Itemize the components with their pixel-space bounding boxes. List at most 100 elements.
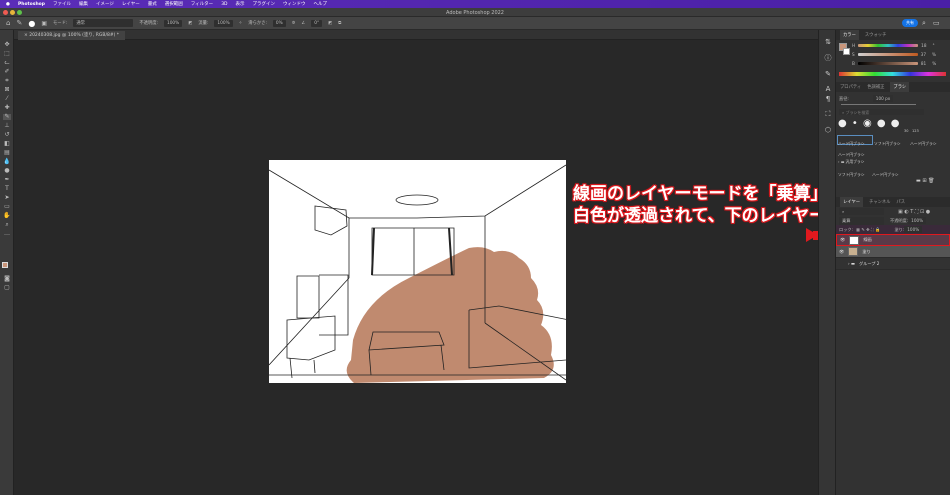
layer-filter-icons[interactable]: ▣ ◐ T ⛶ ⊡ ● <box>898 209 930 215</box>
tab-paths[interactable]: パス <box>896 199 905 205</box>
saturation-value[interactable]: 37 <box>921 52 926 57</box>
layer-row[interactable]: 👁 塗り <box>836 246 950 258</box>
brush-tool-icon[interactable]: ✎ <box>16 19 22 27</box>
layer-opacity-input[interactable]: 100% <box>908 217 927 224</box>
tab-adjustments[interactable]: 色調補正 <box>867 84 884 90</box>
symmetry-icon[interactable]: ⧉ <box>338 21 341 26</box>
quick-mask-icon[interactable]: ◙ <box>3 276 11 282</box>
saturation-slider[interactable] <box>857 53 918 56</box>
eye-icon[interactable]: 👁 <box>839 249 844 255</box>
menu-plugins[interactable]: プラグイン <box>253 1 276 7</box>
menu-view[interactable]: 表示 <box>236 1 245 7</box>
brush-preset-selected[interactable]: ハード円ブラシ <box>837 135 873 146</box>
eye-icon[interactable]: 👁 <box>840 237 845 243</box>
brush-preset[interactable]: ハード円ブラシ <box>872 167 899 178</box>
frame-tool-icon[interactable]: ⊠ <box>3 87 11 93</box>
opacity-input[interactable]: 100% <box>163 19 183 27</box>
menu-help[interactable]: ヘルプ <box>314 1 328 7</box>
hue-slider[interactable] <box>858 44 919 47</box>
move-tool-icon[interactable]: ✥ <box>3 42 11 48</box>
fill-input[interactable]: 100% <box>904 226 923 233</box>
apple-icon[interactable]: ● <box>6 2 10 7</box>
gear-icon[interactable]: ✲ <box>292 21 296 26</box>
history-icon[interactable]: ⇅ <box>823 38 833 46</box>
paragraph-icon[interactable]: ¶ <box>823 95 833 103</box>
flow-input[interactable]: 100% <box>214 19 233 27</box>
background-color[interactable] <box>843 48 850 55</box>
mode-select[interactable]: 通常 <box>73 19 134 27</box>
pen-tool-icon[interactable]: ✒ <box>3 177 11 183</box>
workspace-icon[interactable]: ▭ <box>933 19 940 27</box>
zoom-button[interactable] <box>17 10 22 15</box>
brush-search-input[interactable]: ⌕ ブラシを検索 <box>839 109 924 115</box>
hue-value[interactable]: 18 <box>921 43 926 48</box>
brush-tips[interactable]: ● • ◉ ● ● <box>838 118 901 129</box>
tab-swatches[interactable]: スウォッチ <box>865 32 886 38</box>
brightness-slider[interactable] <box>857 62 918 65</box>
character-icon[interactable]: A <box>823 85 833 93</box>
layer-name[interactable]: グループ 2 <box>859 261 880 267</box>
airbrush-icon[interactable]: ✧ <box>239 21 243 26</box>
search-icon[interactable]: ⌕ <box>922 19 926 28</box>
menu-filter[interactable]: フィルター <box>191 1 213 7</box>
color-ramp[interactable] <box>839 72 946 76</box>
foreground-color-swatch[interactable] <box>2 262 8 268</box>
brush-preset[interactable]: ハード円ブラシ <box>910 136 937 147</box>
layer-group-row[interactable]: › ▬ グループ 2 <box>836 258 950 270</box>
share-button[interactable]: 共有 <box>902 19 918 27</box>
menu-edit[interactable]: 編集 <box>79 1 88 7</box>
close-button[interactable] <box>3 10 8 15</box>
menu-select[interactable]: 選択範囲 <box>165 1 183 7</box>
brush-folder[interactable]: › ▬ 汎用ブラシ <box>838 159 864 165</box>
brush-settings-icon[interactable]: ▣ <box>41 20 47 27</box>
menu-window[interactable]: ウィンドウ <box>283 1 306 7</box>
more-tools-icon[interactable]: … <box>3 231 11 237</box>
menu-app[interactable]: Photoshop <box>18 2 45 7</box>
screen-mode-icon[interactable]: ▢ <box>3 285 11 291</box>
size-slider[interactable] <box>841 104 916 105</box>
layer-name[interactable]: 線画 <box>863 237 871 243</box>
blend-mode-select[interactable]: 乗算 <box>839 216 884 225</box>
layer-filter-select[interactable]: ⌕ <box>839 208 884 215</box>
path-select-icon[interactable]: ➤ <box>3 195 11 201</box>
tab-properties[interactable]: プロパティ <box>840 84 861 90</box>
document-tab[interactable]: × 20240308.jpg @ 100% (塗り, RGB/8#) * <box>18 31 126 40</box>
minimize-button[interactable] <box>10 10 15 15</box>
blur-tool-icon[interactable]: 💧 <box>3 159 11 165</box>
hand-tool-icon[interactable]: ✋ <box>3 213 11 219</box>
pressure-opacity-icon[interactable]: ◩ <box>188 21 192 26</box>
brush-preset[interactable]: ソフト円ブラシ <box>874 136 901 147</box>
tab-color[interactable]: カラー <box>840 30 859 40</box>
menu-type[interactable]: 書式 <box>148 1 157 7</box>
menu-layer[interactable]: レイヤー <box>122 1 140 7</box>
document-canvas[interactable] <box>269 160 566 383</box>
brush-preset-picker[interactable]: ● <box>28 19 35 28</box>
marquee-tool-icon[interactable]: ⬚ <box>3 51 11 57</box>
brush-panel-actions[interactable]: ▬ ⊞ 🗑 <box>916 178 934 184</box>
dodge-tool-icon[interactable]: ● <box>3 168 11 174</box>
smoothing-input[interactable]: 0% <box>272 19 286 27</box>
menu-file[interactable]: ファイル <box>53 1 71 7</box>
pressure-size-icon[interactable]: ◩ <box>328 21 332 26</box>
size-input[interactable]: 100 px <box>872 95 894 102</box>
angle-input[interactable]: 0° <box>311 19 323 27</box>
quick-select-icon[interactable]: ✐ <box>3 69 11 75</box>
menu-image[interactable]: イメージ <box>96 1 114 7</box>
healing-tool-icon[interactable]: ✚ <box>3 105 11 111</box>
zoom-tool-icon[interactable]: ⌕ <box>3 222 11 228</box>
brightness-value[interactable]: 81 <box>921 61 926 66</box>
tab-brushes[interactable]: ブラシ <box>890 82 910 92</box>
shape-tool-icon[interactable]: ▭ <box>3 204 11 210</box>
type-tool-icon[interactable]: T <box>3 186 11 192</box>
lasso-tool-icon[interactable]: ᓚ <box>3 60 11 66</box>
brush-preset[interactable]: ハード円ブラシ <box>838 147 865 158</box>
brush-settings-icon[interactable]: ✎ <box>823 70 833 78</box>
tab-channels[interactable]: チャンネル <box>869 199 890 205</box>
3d-icon[interactable]: ⬡ <box>823 126 833 134</box>
eraser-tool-icon[interactable]: ◧ <box>3 141 11 147</box>
stamp-tool-icon[interactable]: ⊥ <box>3 123 11 129</box>
layer-row[interactable]: 👁 線画 <box>836 234 950 246</box>
home-icon[interactable]: ⌂ <box>6 19 10 27</box>
gradient-tool-icon[interactable]: ▤ <box>3 150 11 156</box>
info-icon[interactable]: ⓘ <box>823 54 833 62</box>
